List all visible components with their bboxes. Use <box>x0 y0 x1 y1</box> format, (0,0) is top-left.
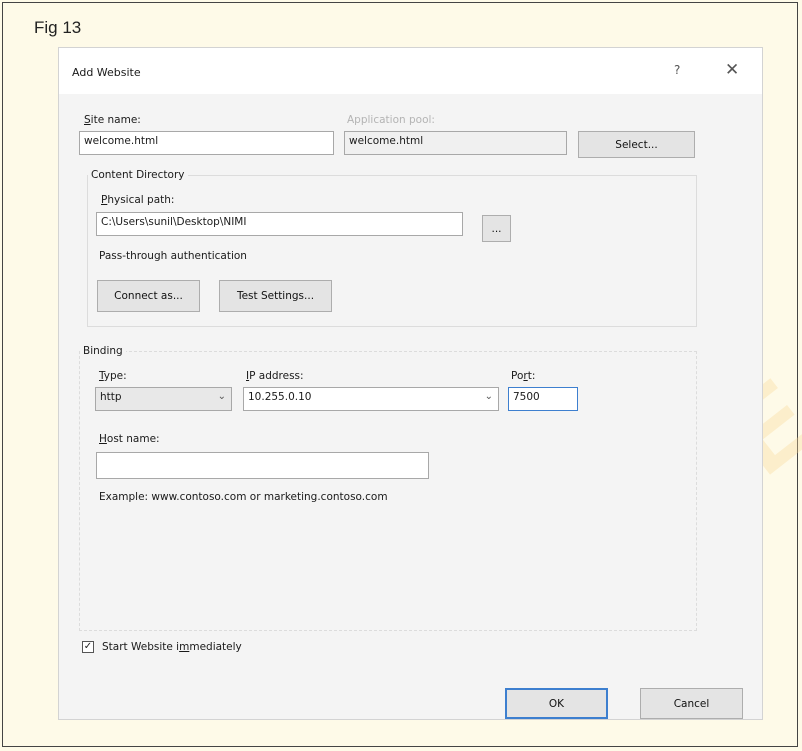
host-name-label: Host name: <box>99 433 160 445</box>
type-value: http <box>100 391 122 403</box>
close-icon[interactable]: ✕ <box>725 60 739 80</box>
cancel-button[interactable]: Cancel <box>640 688 743 719</box>
add-website-dialog: Add Website ? ✕ Site name: welcome.html … <box>58 47 763 720</box>
start-immediately-label: Start Website immediately <box>102 641 242 653</box>
host-name-example: Example: www.contoso.com or marketing.co… <box>99 491 388 503</box>
select-button[interactable]: Select... <box>578 131 695 158</box>
help-button[interactable]: ? <box>674 63 680 77</box>
test-settings-button[interactable]: Test Settings... <box>219 280 332 312</box>
start-immediately-checkbox[interactable]: ✓ <box>82 641 94 653</box>
chevron-down-icon: ⌄ <box>484 391 493 402</box>
physical-path-label: Physical path: <box>101 194 175 206</box>
port-input[interactable]: 7500 <box>508 387 578 411</box>
physical-path-input[interactable]: C:\Users\sunil\Desktop\NIMI <box>96 212 463 236</box>
ip-address-select[interactable]: 10.255.0.10 ⌄ <box>243 387 499 411</box>
host-name-input[interactable] <box>96 452 429 479</box>
dialog-titlebar: Add Website ? ✕ <box>59 48 762 94</box>
ip-address-value: 10.255.0.10 <box>248 391 312 403</box>
dialog-title: Add Website <box>72 66 141 79</box>
figure-label: Fig 13 <box>34 18 82 37</box>
site-name-label: Site name: <box>84 114 141 126</box>
chevron-down-icon: ⌄ <box>217 391 226 402</box>
connect-as-button[interactable]: Connect as... <box>97 280 200 312</box>
type-select[interactable]: http ⌄ <box>95 387 232 411</box>
ip-address-label: IP address: <box>246 370 304 382</box>
browse-button[interactable]: ... <box>482 215 511 242</box>
ok-button[interactable]: OK <box>505 688 608 719</box>
site-name-input[interactable]: welcome.html <box>79 131 334 155</box>
passthrough-auth-label: Pass-through authentication <box>99 250 247 262</box>
binding-title: Binding <box>80 345 126 357</box>
type-label: Type: <box>99 370 127 382</box>
port-label: Port: <box>511 370 536 382</box>
application-pool-label: Application pool: <box>347 114 435 126</box>
application-pool-field: welcome.html <box>344 131 567 155</box>
content-directory-title: Content Directory <box>88 169 188 181</box>
